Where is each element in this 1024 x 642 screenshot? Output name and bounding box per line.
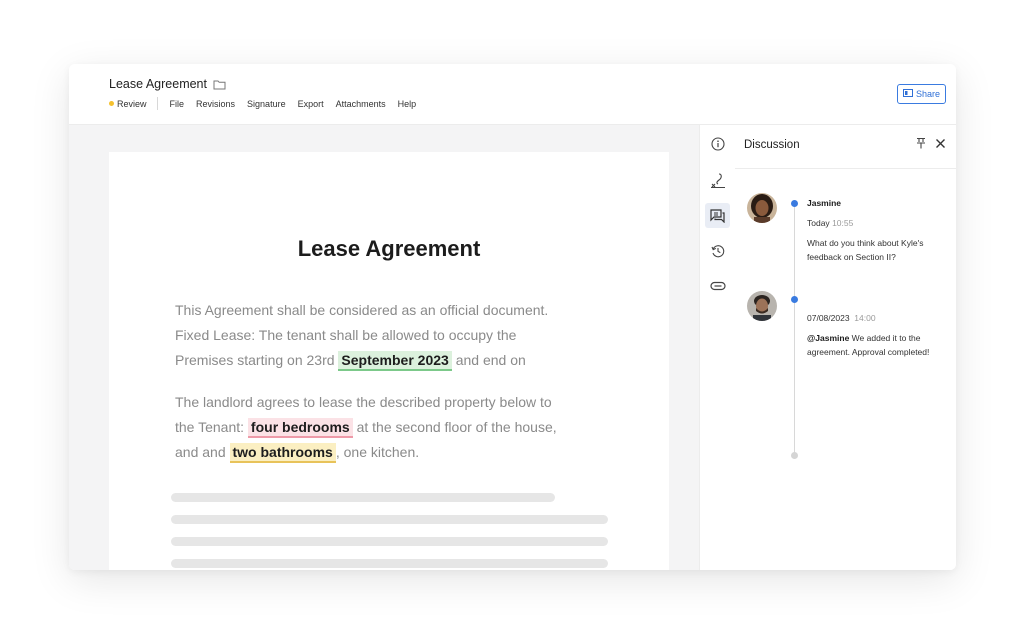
app-window: Lease Agreement Review File Revisions Si… — [69, 64, 956, 570]
paragraph-2-line-3: and and two bathrooms, one kitchen. — [175, 440, 615, 465]
thread-end-dot — [791, 452, 798, 459]
close-icon[interactable] — [935, 136, 946, 152]
status-badge: Review — [109, 97, 158, 110]
comment-author: Jasmine — [807, 198, 842, 208]
text-segment: and end on — [451, 352, 526, 368]
text-segment: the Tenant: — [175, 419, 248, 435]
page-title: Lease Agreement — [297, 236, 481, 261]
paragraph-1-line-3: Premises starting on 23rd September 2023… — [175, 348, 615, 373]
mention-link[interactable]: @Jasmine — [807, 333, 849, 343]
comment-1: Jasmine Today 10:55 What do you think ab… — [807, 196, 947, 264]
discussion-panel: Discussion Jasmine Today 10:55 What do y… — [735, 125, 956, 570]
comment-timestamp: Today 10:55 — [807, 216, 947, 230]
menu-attachments[interactable]: Attachments — [336, 99, 386, 109]
comment-time: 14:00 — [854, 313, 876, 323]
signature-icon[interactable] — [705, 167, 730, 192]
document-page[interactable]: Lease Agreement This Agreement shall be … — [109, 152, 669, 570]
top-bar: Lease Agreement Review File Revisions Si… — [69, 64, 956, 125]
text-segment: at the second floor of the house, — [352, 419, 557, 435]
thread-line — [794, 203, 795, 458]
discussion-title: Discussion — [744, 139, 800, 151]
share-icon — [902, 89, 913, 99]
comment-2: 07/08/2023 14:00 @Jasmine We added it to… — [807, 311, 947, 359]
paragraph-1-line-1: This Agreement shall be considered as an… — [175, 302, 549, 318]
avatar[interactable] — [747, 193, 777, 223]
comment-body: @Jasmine We added it to the agreement. A… — [807, 331, 947, 359]
comment-timestamp: 07/08/2023 14:00 — [807, 311, 947, 325]
thread-dot — [791, 296, 798, 303]
status-label: Review — [117, 98, 147, 109]
avatar[interactable] — [747, 291, 777, 321]
history-icon[interactable] — [705, 238, 730, 263]
placeholder-line — [171, 515, 608, 524]
share-label: Share — [915, 89, 940, 99]
status-dot-icon — [109, 101, 114, 106]
comment-body: What do you think about Kyle's feedback … — [807, 238, 924, 262]
thread-dot — [791, 200, 798, 207]
menu-help[interactable]: Help — [398, 99, 417, 109]
info-icon[interactable] — [705, 131, 730, 156]
menu-revisions[interactable]: Revisions — [196, 99, 235, 109]
discussion-header: Discussion — [735, 125, 956, 169]
comment-date: 07/08/2023 — [807, 313, 850, 323]
discussion-icon[interactable] — [705, 203, 730, 228]
comment-time: 10:55 — [832, 218, 854, 228]
document-canvas: Lease Agreement This Agreement shall be … — [69, 125, 699, 570]
paragraph-2-line-1: The landlord agrees to lease the describ… — [175, 394, 552, 410]
paragraph-2: The landlord agrees to lease the describ… — [175, 390, 615, 465]
text-segment: , one kitchen. — [335, 444, 420, 460]
menu-export[interactable]: Export — [298, 99, 324, 109]
menu-file[interactable]: File — [170, 99, 185, 109]
highlight-september-2023[interactable]: September 2023 — [338, 351, 452, 371]
paragraph-1: This Agreement shall be considered as an… — [175, 298, 615, 373]
tool-rail — [699, 125, 736, 570]
menu-signature[interactable]: Signature — [247, 99, 286, 109]
placeholder-line — [171, 559, 608, 568]
highlight-four-bedrooms[interactable]: four bedrooms — [247, 418, 353, 438]
folder-icon[interactable] — [213, 79, 226, 90]
text-segment: and and — [175, 444, 230, 460]
highlight-two-bathrooms[interactable]: two bathrooms — [229, 443, 336, 463]
placeholder-line — [171, 537, 608, 546]
pin-icon[interactable] — [916, 137, 926, 152]
document-title-text: Lease Agreement — [109, 77, 207, 91]
attachment-icon[interactable] — [705, 273, 730, 298]
paragraph-1-line-2: Fixed Lease: The tenant shall be allowed… — [175, 327, 517, 343]
document-title: Lease Agreement — [109, 77, 226, 91]
comment-day: Today — [807, 218, 830, 228]
menu-bar: Review File Revisions Signature Export A… — [109, 97, 428, 110]
text-segment: Premises starting on 23rd — [175, 352, 339, 368]
share-button[interactable]: Share — [896, 84, 946, 104]
paragraph-2-line-2: the Tenant: four bedrooms at the second … — [175, 415, 615, 440]
placeholder-line — [171, 493, 555, 502]
